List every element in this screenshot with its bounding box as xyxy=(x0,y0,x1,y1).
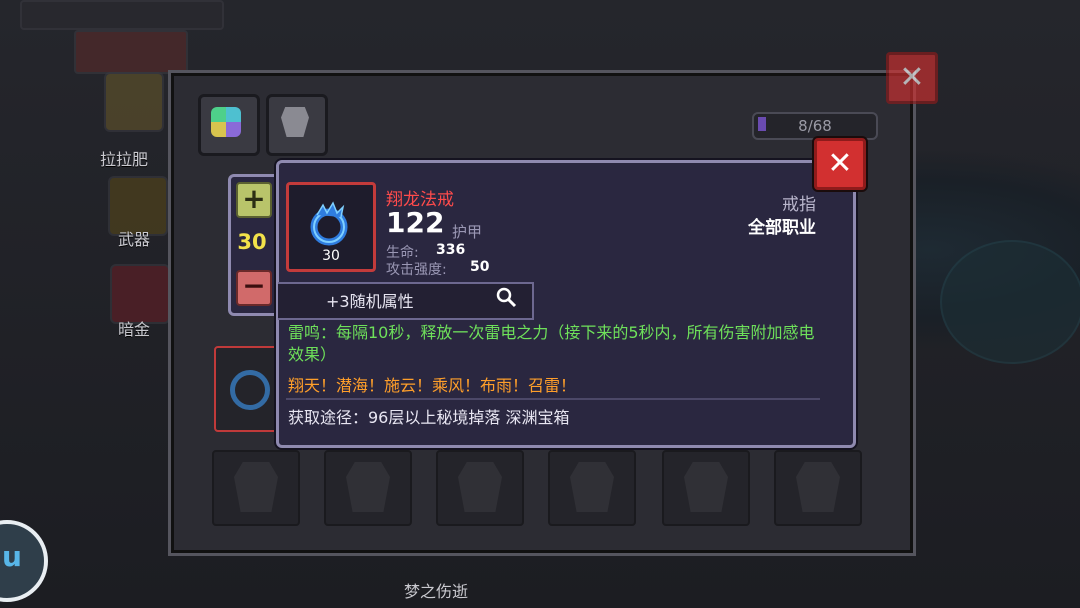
inventory-fill-bar xyxy=(758,117,766,131)
armor-icon xyxy=(570,462,614,512)
selected-ring-slot[interactable] xyxy=(214,346,278,432)
app-logo-icon: u xyxy=(2,540,22,573)
increase-quantity-button[interactable]: + xyxy=(236,182,272,218)
pet-icon[interactable] xyxy=(104,72,164,132)
ring-icon xyxy=(230,370,270,410)
close-tooltip-button[interactable]: ✕ xyxy=(814,138,866,190)
random-attribute-text: +3随机属性 xyxy=(326,292,414,311)
inventory-slot[interactable] xyxy=(662,450,750,526)
character-name: 梦之伤逝 xyxy=(404,582,469,601)
armor-icon xyxy=(346,462,390,512)
inventory-count: 8/68 xyxy=(752,112,878,140)
random-attribute-label: +3随机属性 xyxy=(300,288,510,312)
tab-armor[interactable] xyxy=(266,94,328,156)
inventory-slot[interactable] xyxy=(324,450,412,526)
item-source: 获取途径：96层以上秘境掉落 深渊宝箱 xyxy=(288,408,570,427)
flavor-text: 翔天！潜海！施云！乘风！布雨！召雷！ xyxy=(288,376,577,395)
decrease-quantity-button[interactable]: − xyxy=(236,270,272,306)
inventory-slot[interactable] xyxy=(212,450,300,526)
armor-value: 122 xyxy=(386,206,445,239)
skill-description: 雷鸣：每隔10秒，释放一次雷电之力（接下来的5秒内，所有伤害附加感电效果） xyxy=(288,323,815,364)
background-tile xyxy=(74,30,188,74)
item-class-restriction: 全部职业 xyxy=(748,218,816,238)
dark-gold-icon[interactable] xyxy=(110,264,170,324)
magnify-icon[interactable] xyxy=(494,286,518,310)
armor-icon xyxy=(458,462,502,512)
armor-icon xyxy=(281,107,309,137)
armor-icon xyxy=(796,462,840,512)
sidebar-item-label: 暗金 xyxy=(118,320,151,339)
tab-gems[interactable] xyxy=(198,94,260,156)
sidebar-item-label: 武器 xyxy=(118,230,151,249)
armor-icon xyxy=(234,462,278,512)
inventory-slot[interactable] xyxy=(436,450,524,526)
item-level: 30 xyxy=(322,248,340,264)
item-type: 戒指 xyxy=(782,195,816,215)
stat-label-attack: 攻击强度: xyxy=(386,262,447,278)
close-inventory-button[interactable]: ✕ xyxy=(886,52,938,104)
background-portal xyxy=(940,240,1080,364)
stat-value-hp: 336 xyxy=(436,242,466,258)
inventory-slot[interactable] xyxy=(548,450,636,526)
stat-value-attack: 50 xyxy=(470,259,490,275)
divider xyxy=(286,398,820,400)
inventory-slot[interactable] xyxy=(774,450,862,526)
armor-label: 护甲 xyxy=(452,223,483,241)
sidebar-item-label: 拉拉肥 xyxy=(100,150,149,169)
gem-grid-icon xyxy=(211,107,241,137)
armor-icon xyxy=(684,462,728,512)
background-tile xyxy=(20,0,224,30)
quantity-value: 30 xyxy=(237,230,267,254)
